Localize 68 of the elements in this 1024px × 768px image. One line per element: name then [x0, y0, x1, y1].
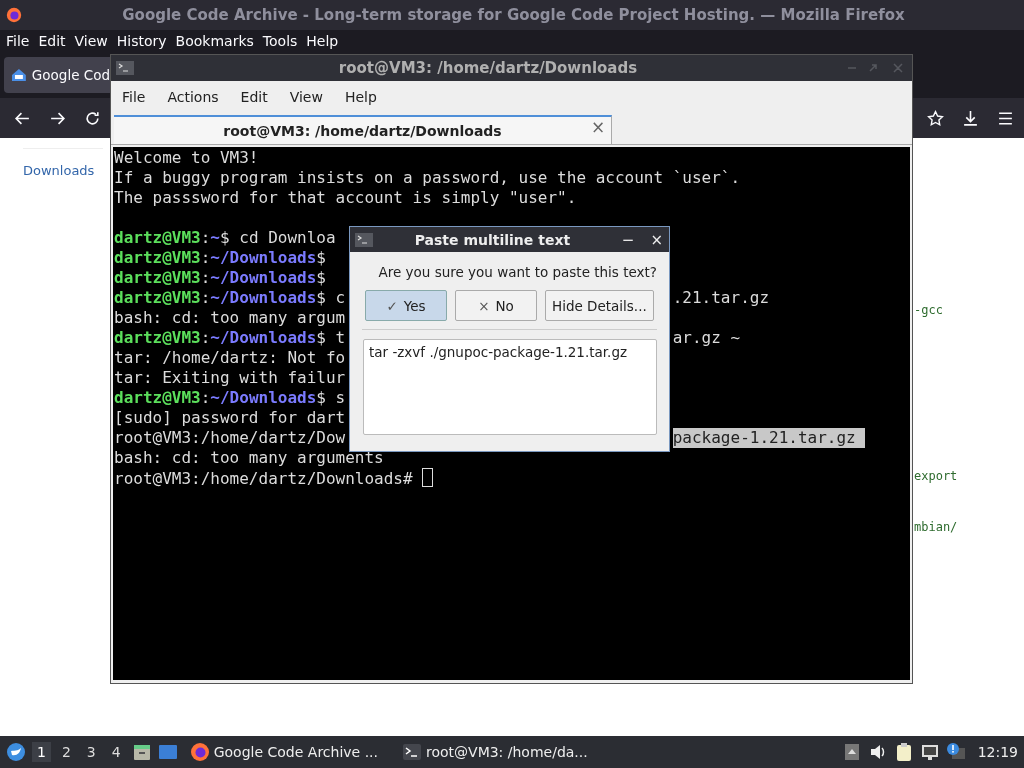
bookmark-star-icon[interactable]: [927, 109, 944, 127]
browser-tab[interactable]: Google Cod: [4, 57, 110, 93]
code-text: export: [914, 469, 958, 483]
download-icon[interactable]: [962, 109, 979, 127]
menu-item[interactable]: Help: [344, 89, 377, 105]
site-icon: [11, 67, 27, 83]
terminal-line: dartz@VM3:~$ cd Downloa: [114, 228, 336, 247]
window-title: root@VM3: /home/dartz/Downloads: [337, 59, 639, 77]
dialog-title: Paste multiline text: [413, 231, 572, 248]
menu-item[interactable]: History: [116, 33, 167, 49]
menu-item[interactable]: Edit: [240, 89, 268, 105]
terminal-line: tar: Exiting with failur: [114, 368, 346, 387]
taskbar-task[interactable]: Google Code Archive ...: [189, 742, 378, 762]
menu-icon[interactable]: [997, 109, 1014, 127]
dialog-button[interactable]: Hide Details...: [545, 290, 654, 321]
menu-item[interactable]: Actions: [167, 89, 219, 105]
menu-item[interactable]: View: [74, 33, 108, 49]
terminal-line: tar: /home/dartz: Not fo: [114, 348, 346, 367]
menu-item[interactable]: Tools: [262, 33, 298, 49]
code-text: -gcc: [914, 303, 944, 317]
terminal-line: [sudo] password for dart: [114, 408, 346, 427]
taskbar-task[interactable]: root@VM3: /home/da...: [402, 742, 588, 762]
workspace-button[interactable]: 4: [106, 742, 126, 762]
menu-item[interactable]: File: [6, 33, 30, 49]
terminal-line: bash: cd: too many argum: [114, 308, 346, 327]
workspace-button[interactable]: 2: [56, 742, 76, 762]
menu-item[interactable]: Help: [306, 33, 339, 49]
code-text: mbian/: [914, 520, 958, 534]
terminal-line: The passsword for that account is simply "user".: [114, 188, 577, 207]
workspace-button[interactable]: 3: [81, 742, 101, 762]
terminal-icon: [116, 61, 134, 75]
text-area[interactable]: tar -zxvf ./gnupoc-package-1.21.tar.gz: [363, 339, 657, 435]
close-tab-button[interactable]: ×: [591, 117, 606, 137]
downloads-link[interactable]: Downloads: [23, 163, 95, 178]
terminal-line: root@VM3:/home/dartz/Dow: [114, 428, 346, 447]
terminal-line: .21.tar.gz: [672, 288, 770, 308]
terminal-line: dartz@VM3:~/Downloads$: [114, 248, 326, 267]
dialog-button[interactable]: ✓ Yes: [365, 290, 447, 321]
dialog-message: Are you sure you want to paste this text?: [377, 264, 657, 280]
terminal-line: dartz@VM3:~/Downloads$ s: [114, 388, 346, 407]
terminal-line: ar.gz ~: [672, 328, 741, 348]
start-menu-icon[interactable]: [6, 742, 26, 762]
terminal-line: root@VM3:/home/dartz/Downloads#: [114, 469, 414, 488]
terminal-line: dartz@VM3:~/Downloads$ c: [114, 288, 346, 307]
reload-icon[interactable]: [84, 109, 101, 127]
workspace-button[interactable]: 1: [32, 742, 51, 762]
desktop-icon[interactable]: [157, 742, 178, 762]
dialog-button[interactable]: × No: [455, 290, 537, 321]
terminal-icon: [355, 232, 373, 247]
minimize-button[interactable]: −: [621, 230, 635, 249]
notification-icon[interactable]: [945, 742, 966, 762]
terminal-line: dartz@VM3:~/Downloads$ t: [114, 328, 346, 347]
terminal-line: dartz@VM3:~/Downloads$: [114, 268, 326, 287]
clock[interactable]: 12:19: [977, 744, 1018, 760]
menu-item[interactable]: File: [122, 89, 146, 105]
firefox-icon: [5, 6, 23, 24]
menu-item[interactable]: Edit: [38, 33, 66, 49]
terminal-line: If a buggy program insists on a password, use the account `user`.: [114, 168, 741, 187]
file-manager-icon[interactable]: [131, 742, 152, 762]
firefox-icon: [189, 742, 210, 762]
menu-item[interactable]: Bookmarks: [175, 33, 254, 49]
terminal-icon: [402, 742, 422, 762]
menu-item[interactable]: View: [289, 89, 323, 105]
terminal-line: bash: cd: too many arguments: [114, 448, 384, 467]
terminal-line: Welcome to VM3!: [114, 148, 259, 167]
window-title: Google Code Archive - Long-term storage for Google Code Project Hosting. — Mozilla Firefox: [121, 6, 906, 24]
network-icon[interactable]: [919, 742, 940, 762]
close-button[interactable]: ×: [650, 230, 663, 249]
